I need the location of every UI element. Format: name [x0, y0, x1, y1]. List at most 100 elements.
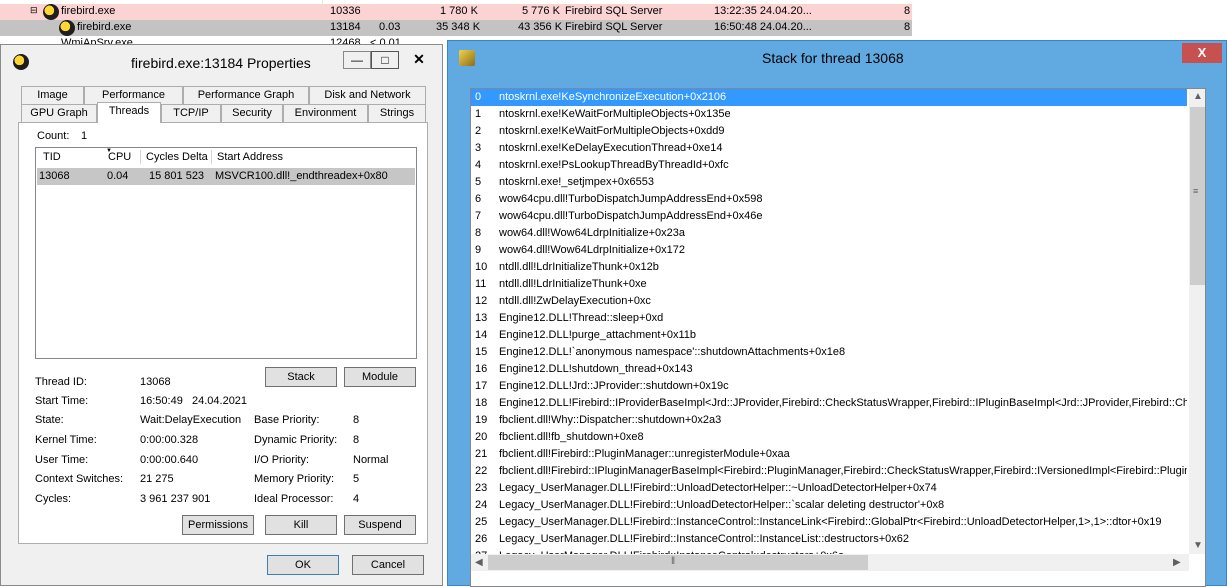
- frame-index: 10: [475, 261, 488, 273]
- stack-frame-row[interactable]: 24 Legacy_UserManager.DLL!Firebird::Unloa…: [471, 497, 1187, 514]
- column-header-tid[interactable]: TID: [43, 151, 61, 163]
- stack-frame-row[interactable]: 1 ntoskrnl.exe!KeWaitForMultipleObjects+0…: [471, 106, 1187, 123]
- stack-frame-row[interactable]: 2 ntoskrnl.exe!KeWaitForMultipleObjects+0…: [471, 123, 1187, 140]
- stack-frame-row[interactable]: 19 fbclient.dll!Why::Dispatcher::shutdown…: [471, 412, 1187, 429]
- stack-frame-row[interactable]: 7 wow64cpu.dll!TurboDispatchJumpAddressEn…: [471, 208, 1187, 225]
- stack-frame-row[interactable]: 3 ntoskrnl.exe!KeDelayExecutionThread+0xe…: [471, 140, 1187, 157]
- stack-frame-row[interactable]: 0 ntoskrnl.exe!KeSynchronizeExecution+0x2…: [471, 89, 1187, 106]
- ideal-processor-label: Ideal Processor:: [254, 493, 334, 505]
- suspend-button[interactable]: Suspend: [344, 515, 416, 535]
- frame-symbol: Legacy_UserManager.DLL!Firebird::UnloadD…: [499, 482, 937, 494]
- frame-index: 9: [475, 244, 482, 256]
- stack-frame-row[interactable]: 23 Legacy_UserManager.DLL!Firebird::Unloa…: [471, 480, 1187, 497]
- stack-frame-row[interactable]: 6 wow64cpu.dll!TurboDispatchJumpAddressEn…: [471, 191, 1187, 208]
- frame-index: 6: [475, 193, 482, 205]
- stack-frame-row[interactable]: 26 Legacy_UserManager.DLL!Firebird::Insta…: [471, 531, 1187, 548]
- frame-index: 16: [475, 363, 488, 375]
- frame-index: 18: [475, 397, 488, 409]
- frame-index: 25: [475, 516, 488, 528]
- frame-index: 0: [475, 91, 482, 103]
- frame-index: 5: [475, 176, 482, 188]
- scroll-thumb[interactable]: [1190, 107, 1205, 285]
- tab-environment[interactable]: Environment: [283, 104, 368, 123]
- stack-frame-row[interactable]: 22 fbclient.dll!Firebird::IPluginManagerB…: [471, 463, 1187, 480]
- frame-symbol: Engine12.DLL!Jrd::JProvider::shutdown+0x…: [499, 380, 729, 392]
- column-header-cpu[interactable]: CPU: [108, 151, 131, 163]
- maximize-button[interactable]: □: [371, 51, 399, 69]
- column-header-start-address[interactable]: Start Address: [217, 151, 283, 163]
- stack-frame-row[interactable]: 15 Engine12.DLL!`anonymous namespace'::sh…: [471, 344, 1187, 361]
- stack-frame-row[interactable]: 12 ntdll.dll!ZwDelayExecution+0xc: [471, 293, 1187, 310]
- tab-image[interactable]: Image: [21, 86, 84, 105]
- frame-index: 7: [475, 210, 482, 222]
- stack-frame-row[interactable]: 10 ntdll.dll!LdrInitializeThunk+0x12b: [471, 259, 1187, 276]
- stack-window: Stack for thread 13068 X 0 ntoskrnl.exe!K…: [447, 40, 1227, 587]
- stack-frame-row[interactable]: 5 ntoskrnl.exe!_setjmpex+0x6553: [471, 174, 1187, 191]
- thread-start-address: MSVCR100.dll!_endthreadex+0x80: [215, 170, 388, 182]
- memory-priority-value: 5: [353, 473, 360, 485]
- tab-strings[interactable]: Strings: [368, 104, 426, 123]
- tab-performance-graph[interactable]: Performance Graph: [183, 86, 309, 105]
- frame-index: 26: [475, 533, 488, 545]
- stack-frame-row[interactable]: 9 wow64.dll!Wow64LdrpInitialize+0x172: [471, 242, 1187, 259]
- frame-symbol: wow64.dll!Wow64LdrpInitialize+0x23a: [499, 227, 685, 239]
- scroll-right-icon[interactable]: ▶: [1173, 557, 1181, 568]
- horizontal-scrollbar[interactable]: ◀ ‖ ▶: [471, 554, 1189, 571]
- properties-window: firebird.exe:13184 Properties — □ ✕ Imag…: [0, 44, 443, 586]
- table-row[interactable]: 13068 0.04 15 801 523 MSVCR100.dll!_endt…: [37, 168, 415, 185]
- close-button[interactable]: X: [1182, 43, 1222, 63]
- cancel-button[interactable]: Cancel: [352, 555, 424, 575]
- state-label: State:: [35, 414, 64, 426]
- thread-cycles-delta: 15 801 523: [149, 170, 205, 182]
- threads-panel: Count: 1 TID ▼ CPU Cycles Delta Start Ad…: [18, 122, 428, 544]
- stack-frame-row[interactable]: 8 wow64.dll!Wow64LdrpInitialize+0x23a: [471, 225, 1187, 242]
- stack-frame-row[interactable]: 16 Engine12.DLL!shutdown_thread+0x143: [471, 361, 1187, 378]
- permissions-button[interactable]: Permissions: [182, 515, 254, 535]
- stack-frame-row[interactable]: 17 Engine12.DLL!Jrd::JProvider::shutdown+…: [471, 378, 1187, 395]
- stack-button[interactable]: Stack: [265, 367, 337, 387]
- tab-tcpip[interactable]: TCP/IP: [161, 104, 221, 123]
- scroll-down-icon[interactable]: ▼: [1193, 540, 1203, 551]
- window-title: firebird.exe:13184 Properties: [131, 55, 311, 71]
- vertical-scrollbar[interactable]: ▲ ≡ ▼: [1189, 89, 1205, 554]
- stack-frame-row[interactable]: 21 fbclient.dll!Firebird::PluginManager::…: [471, 446, 1187, 463]
- collapse-icon[interactable]: ⊟: [30, 5, 38, 16]
- grip-icon: ≡: [1193, 186, 1199, 196]
- process-pid: 10336: [330, 5, 361, 17]
- module-button[interactable]: Module: [344, 367, 416, 387]
- title-bar[interactable]: firebird.exe:13184 Properties — □ ✕: [1, 45, 442, 76]
- column-separator: [211, 150, 212, 164]
- frame-symbol: wow64cpu.dll!TurboDispatchJumpAddressEnd…: [499, 210, 763, 222]
- minimize-button[interactable]: —: [343, 51, 371, 69]
- stack-frame-row[interactable]: 20 fbclient.dll!fb_shutdown+0xe8: [471, 429, 1187, 446]
- stack-frame-row[interactable]: 25 Legacy_UserManager.DLL!Firebird::Insta…: [471, 514, 1187, 531]
- close-button[interactable]: ✕: [399, 51, 439, 69]
- stack-frame-row[interactable]: 18 Engine12.DLL!Firebird::IProviderBaseIm…: [471, 395, 1187, 412]
- ok-button[interactable]: OK: [267, 555, 339, 575]
- process-row[interactable]: firebird.exe 13184 0.03 35 348 K 43 356 …: [0, 20, 912, 36]
- tab-threads[interactable]: Threads: [97, 102, 161, 123]
- process-row[interactable]: ⊟ firebird.exe 10336 1 780 K 5 776 K Fir…: [0, 4, 912, 20]
- firebird-icon: [13, 54, 29, 70]
- stack-frame-row[interactable]: 11 ntdll.dll!LdrInitializeThunk+0xe: [471, 276, 1187, 293]
- thread-id-value: 13068: [140, 376, 171, 388]
- kill-button[interactable]: Kill: [265, 515, 337, 535]
- stack-frame-row[interactable]: 14 Engine12.DLL!purge_attachment+0x11b: [471, 327, 1187, 344]
- stack-frame-row[interactable]: 13 Engine12.DLL!Thread::sleep+0xd: [471, 310, 1187, 327]
- scroll-up-icon[interactable]: ▲: [1193, 91, 1203, 102]
- frame-symbol: fbclient.dll!Firebird::IPluginManagerBas…: [499, 465, 1187, 477]
- thread-cpu: 0.04: [107, 170, 129, 182]
- threads-table[interactable]: TID ▼ CPU Cycles Delta Start Address 130…: [35, 147, 417, 359]
- process-working-set: 43 356 K: [518, 21, 563, 33]
- tab-security[interactable]: Security: [221, 104, 283, 123]
- scroll-thumb[interactable]: [488, 555, 868, 570]
- frame-index: 12: [475, 295, 488, 307]
- io-priority-value: Normal: [353, 454, 389, 466]
- tab-gpu-graph[interactable]: GPU Graph: [21, 104, 97, 123]
- column-header-cycles-delta[interactable]: Cycles Delta: [146, 151, 208, 163]
- tab-disk-and-network[interactable]: Disk and Network: [309, 86, 426, 105]
- kernel-time-label: Kernel Time:: [35, 434, 97, 446]
- stack-frame-list[interactable]: 0 ntoskrnl.exe!KeSynchronizeExecution+0x2…: [470, 88, 1206, 587]
- stack-frame-row[interactable]: 4 ntoskrnl.exe!PsLookupThreadByThreadId+0…: [471, 157, 1187, 174]
- scroll-left-icon[interactable]: ◀: [475, 557, 483, 568]
